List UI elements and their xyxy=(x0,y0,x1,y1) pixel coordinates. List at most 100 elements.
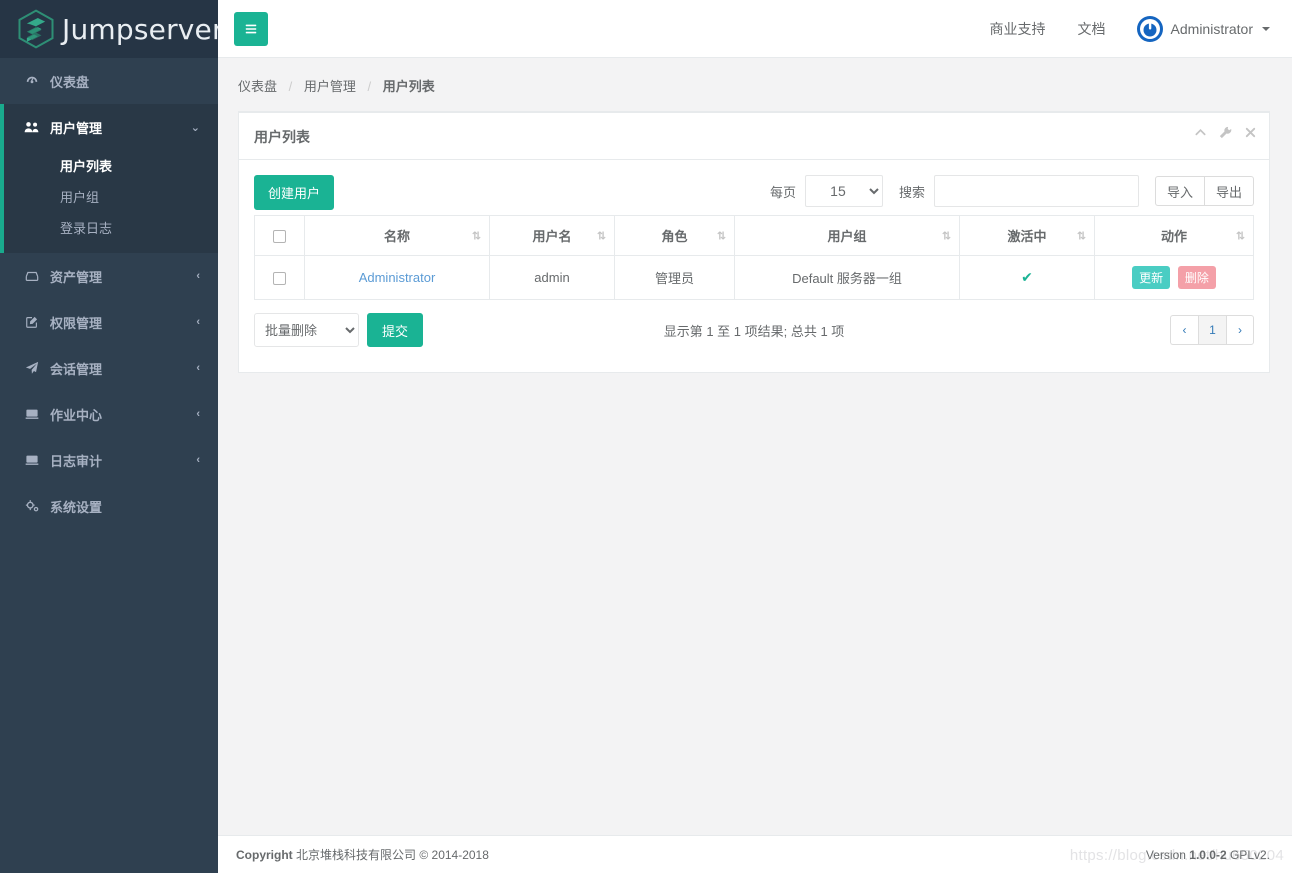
table-header-group-label: 用户组 xyxy=(827,229,866,244)
brand-name: Jumpserver xyxy=(62,13,224,46)
sidebar-item-job-center[interactable]: 作业中心 ‹ xyxy=(0,391,218,437)
copyright-label: Copyright xyxy=(236,848,293,862)
documentation-link[interactable]: 文档 xyxy=(1062,19,1122,39)
search-input[interactable] xyxy=(934,175,1139,207)
copyright-text: Copyright 北京堆栈科技有限公司 © 2014-2018 xyxy=(236,846,489,863)
permission-icon xyxy=(22,315,42,329)
hamburger-menu-icon[interactable] xyxy=(234,12,268,46)
sidebar-item-permission-management[interactable]: 权限管理 ‹ xyxy=(0,299,218,345)
sidebar-item-audit-log[interactable]: 日志审计 ‹ xyxy=(0,437,218,483)
wrench-icon[interactable] xyxy=(1219,126,1232,141)
chevron-left-icon: ‹ xyxy=(196,270,200,282)
version-number: 1.0.0-2 xyxy=(1189,848,1226,862)
table-header-group[interactable]: 用户组 ⇅ xyxy=(735,216,960,256)
version-text: Version 1.0.0-2 GPLv2. xyxy=(1146,848,1270,862)
table-header-checkbox[interactable] xyxy=(255,216,305,256)
brand-header[interactable]: Jumpserver xyxy=(0,0,218,58)
pagination-prev[interactable]: ‹ xyxy=(1170,315,1198,345)
sidebar-item-dashboard-label: 仪表盘 xyxy=(50,72,200,91)
pagination-next[interactable]: › xyxy=(1226,315,1254,345)
import-button[interactable]: 导入 xyxy=(1155,176,1205,206)
pagination: ‹ 1 › xyxy=(1170,315,1254,345)
sidebar-item-dashboard[interactable]: 仪表盘 xyxy=(0,58,218,104)
sidebar-subitem-user-list[interactable]: 用户列表 xyxy=(4,150,218,181)
page-title: 用户列表 xyxy=(254,129,310,145)
row-checkbox-cell[interactable] xyxy=(255,256,305,300)
table-header-active[interactable]: 激活中 ⇅ xyxy=(960,216,1095,256)
chevron-left-icon: ‹ xyxy=(196,408,200,420)
dashboard-icon xyxy=(22,74,42,88)
table-header-username-label: 用户名 xyxy=(532,229,571,244)
main-content: 仪表盘 / 用户管理 / 用户列表 用户列表 xyxy=(218,58,1292,835)
table-header-role[interactable]: 角色 ⇅ xyxy=(615,216,735,256)
breadcrumb-separator: / xyxy=(281,79,301,94)
chevron-left-icon: ‹ xyxy=(196,316,200,328)
table-result-info: 显示第 1 至 1 项结果; 总共 1 项 xyxy=(254,321,1254,340)
export-button[interactable]: 导出 xyxy=(1205,176,1254,206)
row-select-checkbox[interactable] xyxy=(273,272,286,285)
table-header-username[interactable]: 用户名 ⇅ xyxy=(490,216,615,256)
panel-tools xyxy=(1194,126,1257,141)
breadcrumb-item-user-management[interactable]: 用户管理 xyxy=(304,79,356,94)
sort-icon: ⇅ xyxy=(597,229,606,242)
chevron-up-icon[interactable] xyxy=(1194,126,1207,141)
select-all-checkbox[interactable] xyxy=(273,230,286,243)
sidebar: Jumpserver 仪表盘 xyxy=(0,0,218,873)
pagesize-select[interactable]: 15 xyxy=(805,175,883,207)
pagination-page-1[interactable]: 1 xyxy=(1198,315,1226,345)
sidebar-item-asset-management-link[interactable]: 资产管理 ‹ xyxy=(0,253,218,299)
sidebar-item-session-management-link[interactable]: 会话管理 ‹ xyxy=(0,345,218,391)
toolbar-right: 每页 15 搜索 导入 导出 xyxy=(770,175,1254,207)
sidebar-nav: 仪表盘 用户管理 ⌄ 用户列表 xyxy=(0,58,218,529)
sidebar-subitem-login-log[interactable]: 登录日志 xyxy=(4,212,218,243)
table-body: Administrator admin 管理员 Default 服务器一组 ✔ … xyxy=(255,256,1254,300)
pagesize-label: 每页 xyxy=(770,182,796,201)
power-circle-avatar-icon xyxy=(1136,15,1164,43)
row-name-cell: Administrator xyxy=(305,256,490,300)
top-navbar-right: 商业支持 文档 Administrator xyxy=(974,0,1278,58)
update-button[interactable]: 更新 xyxy=(1132,266,1170,289)
panel-body: 创建用户 每页 15 搜索 导入 导出 xyxy=(239,160,1269,372)
table-toolbar: 创建用户 每页 15 搜索 导入 导出 xyxy=(254,175,1254,213)
sidebar-item-asset-management[interactable]: 资产管理 ‹ xyxy=(0,253,218,299)
sidebar-item-audit-log-link[interactable]: 日志审计 ‹ xyxy=(0,437,218,483)
sidebar-subitem-user-group[interactable]: 用户组 xyxy=(4,181,218,212)
close-x-icon[interactable] xyxy=(1244,126,1257,141)
chevron-down-icon: ⌄ xyxy=(191,121,200,134)
sidebar-item-user-management[interactable]: 用户管理 ⌄ 用户列表 用户组 登录日志 xyxy=(0,104,218,253)
check-mark-icon: ✔ xyxy=(1021,269,1033,285)
table-header-name-label: 名称 xyxy=(384,229,410,244)
table-row[interactable]: Administrator admin 管理员 Default 服务器一组 ✔ … xyxy=(255,256,1254,300)
panel-header: 用户列表 xyxy=(239,113,1269,160)
version-prefix: Version xyxy=(1146,848,1189,862)
chevron-down-icon xyxy=(1262,27,1270,31)
breadcrumb-item-user-list: 用户列表 xyxy=(383,79,435,94)
sidebar-item-job-center-link[interactable]: 作业中心 ‹ xyxy=(0,391,218,437)
sidebar-item-permission-management-label: 权限管理 xyxy=(50,313,196,332)
table-header-action[interactable]: 动作 ⇅ xyxy=(1095,216,1254,256)
sidebar-item-system-settings[interactable]: 系统设置 xyxy=(0,483,218,529)
jumpserver-hexagon-logo-icon xyxy=(14,7,58,51)
table-head: 名称 ⇅ 用户名 ⇅ 角色 ⇅ xyxy=(255,216,1254,256)
create-user-button[interactable]: 创建用户 xyxy=(254,175,334,210)
sidebar-item-system-settings-link[interactable]: 系统设置 xyxy=(0,483,218,529)
row-username-cell: admin xyxy=(490,256,615,300)
sidebar-item-system-settings-label: 系统设置 xyxy=(50,497,200,516)
top-navbar: 商业支持 文档 Administrator xyxy=(218,0,1292,58)
delete-button[interactable]: 删除 xyxy=(1178,266,1216,289)
users-icon xyxy=(22,120,42,134)
sidebar-item-audit-log-label: 日志审计 xyxy=(50,451,196,470)
sidebar-item-job-center-label: 作业中心 xyxy=(50,405,196,424)
commercial-support-link[interactable]: 商业支持 xyxy=(974,19,1062,39)
session-icon xyxy=(22,361,42,375)
user-menu[interactable]: Administrator xyxy=(1122,15,1278,43)
sidebar-item-permission-management-link[interactable]: 权限管理 ‹ xyxy=(0,299,218,345)
table-header-name[interactable]: 名称 ⇅ xyxy=(305,216,490,256)
breadcrumb-item-dashboard[interactable]: 仪表盘 xyxy=(238,79,277,94)
sidebar-item-session-management[interactable]: 会话管理 ‹ xyxy=(0,345,218,391)
settings-gear-icon xyxy=(22,499,42,513)
sidebar-item-user-management-link[interactable]: 用户管理 ⌄ xyxy=(4,104,218,150)
user-detail-link[interactable]: Administrator xyxy=(359,270,436,285)
audit-icon xyxy=(22,453,42,467)
sidebar-item-dashboard-link[interactable]: 仪表盘 xyxy=(0,58,218,104)
